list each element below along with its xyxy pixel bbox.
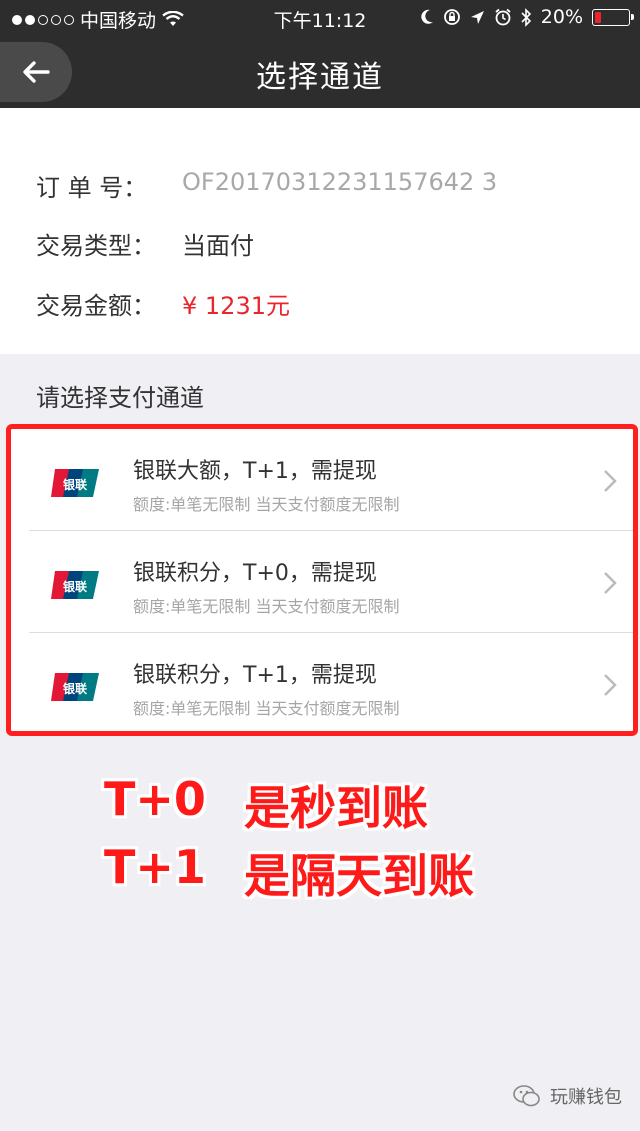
header: 中国移动 下午11:12 20% 选择通道	[0, 0, 640, 108]
channel-list: 银联 银联大额，T+1，需提现 额度:单笔无限制 当天支付额度无限制 银联 银联…	[6, 424, 638, 736]
moon-icon	[421, 9, 433, 24]
channel-item-unionpay-large-t1[interactable]: 银联 银联大额，T+1，需提现 额度:单笔无限制 当天支付额度无限制	[11, 429, 633, 531]
trade-amount-value: ¥ 1231元	[182, 292, 290, 320]
unionpay-logo-icon: 银联	[49, 569, 101, 605]
order-number-value: OF20170312231157642 3	[182, 168, 498, 196]
trade-amount-label: 交易金额：	[36, 292, 156, 320]
channel-limit: 额度:单笔无限制 当天支付额度无限制	[133, 597, 400, 616]
order-number-label: 订 单 号：	[36, 174, 148, 202]
rotation-lock-icon	[443, 9, 460, 25]
status-bar: 中国移动 下午11:12 20%	[0, 0, 640, 36]
chevron-right-icon	[604, 470, 617, 492]
alarm-icon	[495, 8, 511, 26]
bluetooth-icon	[521, 7, 531, 27]
unionpay-logo-text: 银联	[63, 681, 87, 696]
watermark: 玩赚钱包	[512, 1083, 622, 1109]
channel-limit: 额度:单笔无限制 当天支付额度无限制	[133, 699, 400, 718]
unionpay-logo-text: 银联	[63, 579, 87, 594]
trade-type-value: 当面付	[182, 232, 254, 260]
channel-section-title: 请选择支付通道	[36, 384, 204, 412]
order-info-card: 订 单 号： OF20170312231157642 3 交易类型： 当面付 交…	[0, 108, 640, 354]
channel-title: 银联积分，T+1，需提现	[133, 663, 377, 688]
nav-bar: 选择通道	[0, 36, 640, 108]
annotation-key-t1: T+1	[104, 840, 206, 894]
battery-icon	[592, 8, 634, 26]
page-title: 选择通道	[256, 60, 384, 95]
location-icon	[470, 10, 484, 24]
chevron-right-icon	[604, 674, 617, 696]
annotation-text-t1: 是隔天到账	[244, 849, 474, 903]
trade-amount-row: 交易金额： ¥ 1231元	[36, 286, 290, 321]
wechat-icon	[513, 1085, 540, 1107]
annotation-key-t0: T+0	[104, 772, 206, 826]
chevron-right-icon	[604, 572, 617, 594]
trade-type-label: 交易类型：	[36, 232, 156, 260]
watermark-text: 玩赚钱包	[550, 1087, 622, 1108]
channel-item-unionpay-points-t1[interactable]: 银联 银联积分，T+1，需提现 额度:单笔无限制 当天支付额度无限制	[11, 633, 633, 735]
channel-item-unionpay-points-t0[interactable]: 银联 银联积分，T+0，需提现 额度:单笔无限制 当天支付额度无限制	[11, 531, 633, 633]
channel-title: 银联积分，T+0，需提现	[133, 561, 377, 586]
annotation-text-t0: 是秒到账	[244, 781, 428, 835]
channel-limit: 额度:单笔无限制 当天支付额度无限制	[133, 495, 400, 514]
trade-type-row: 交易类型： 当面付	[36, 226, 254, 261]
channel-title: 银联大额，T+1，需提现	[133, 459, 377, 484]
unionpay-logo-text: 银联	[63, 477, 87, 492]
battery-percent: 20%	[540, 6, 583, 28]
unionpay-logo-icon: 银联	[49, 671, 101, 707]
status-right: 20%	[420, 6, 634, 28]
order-number-row: 订 单 号： OF20170312231157642 3	[36, 168, 497, 203]
unionpay-logo-icon: 银联	[49, 467, 101, 503]
